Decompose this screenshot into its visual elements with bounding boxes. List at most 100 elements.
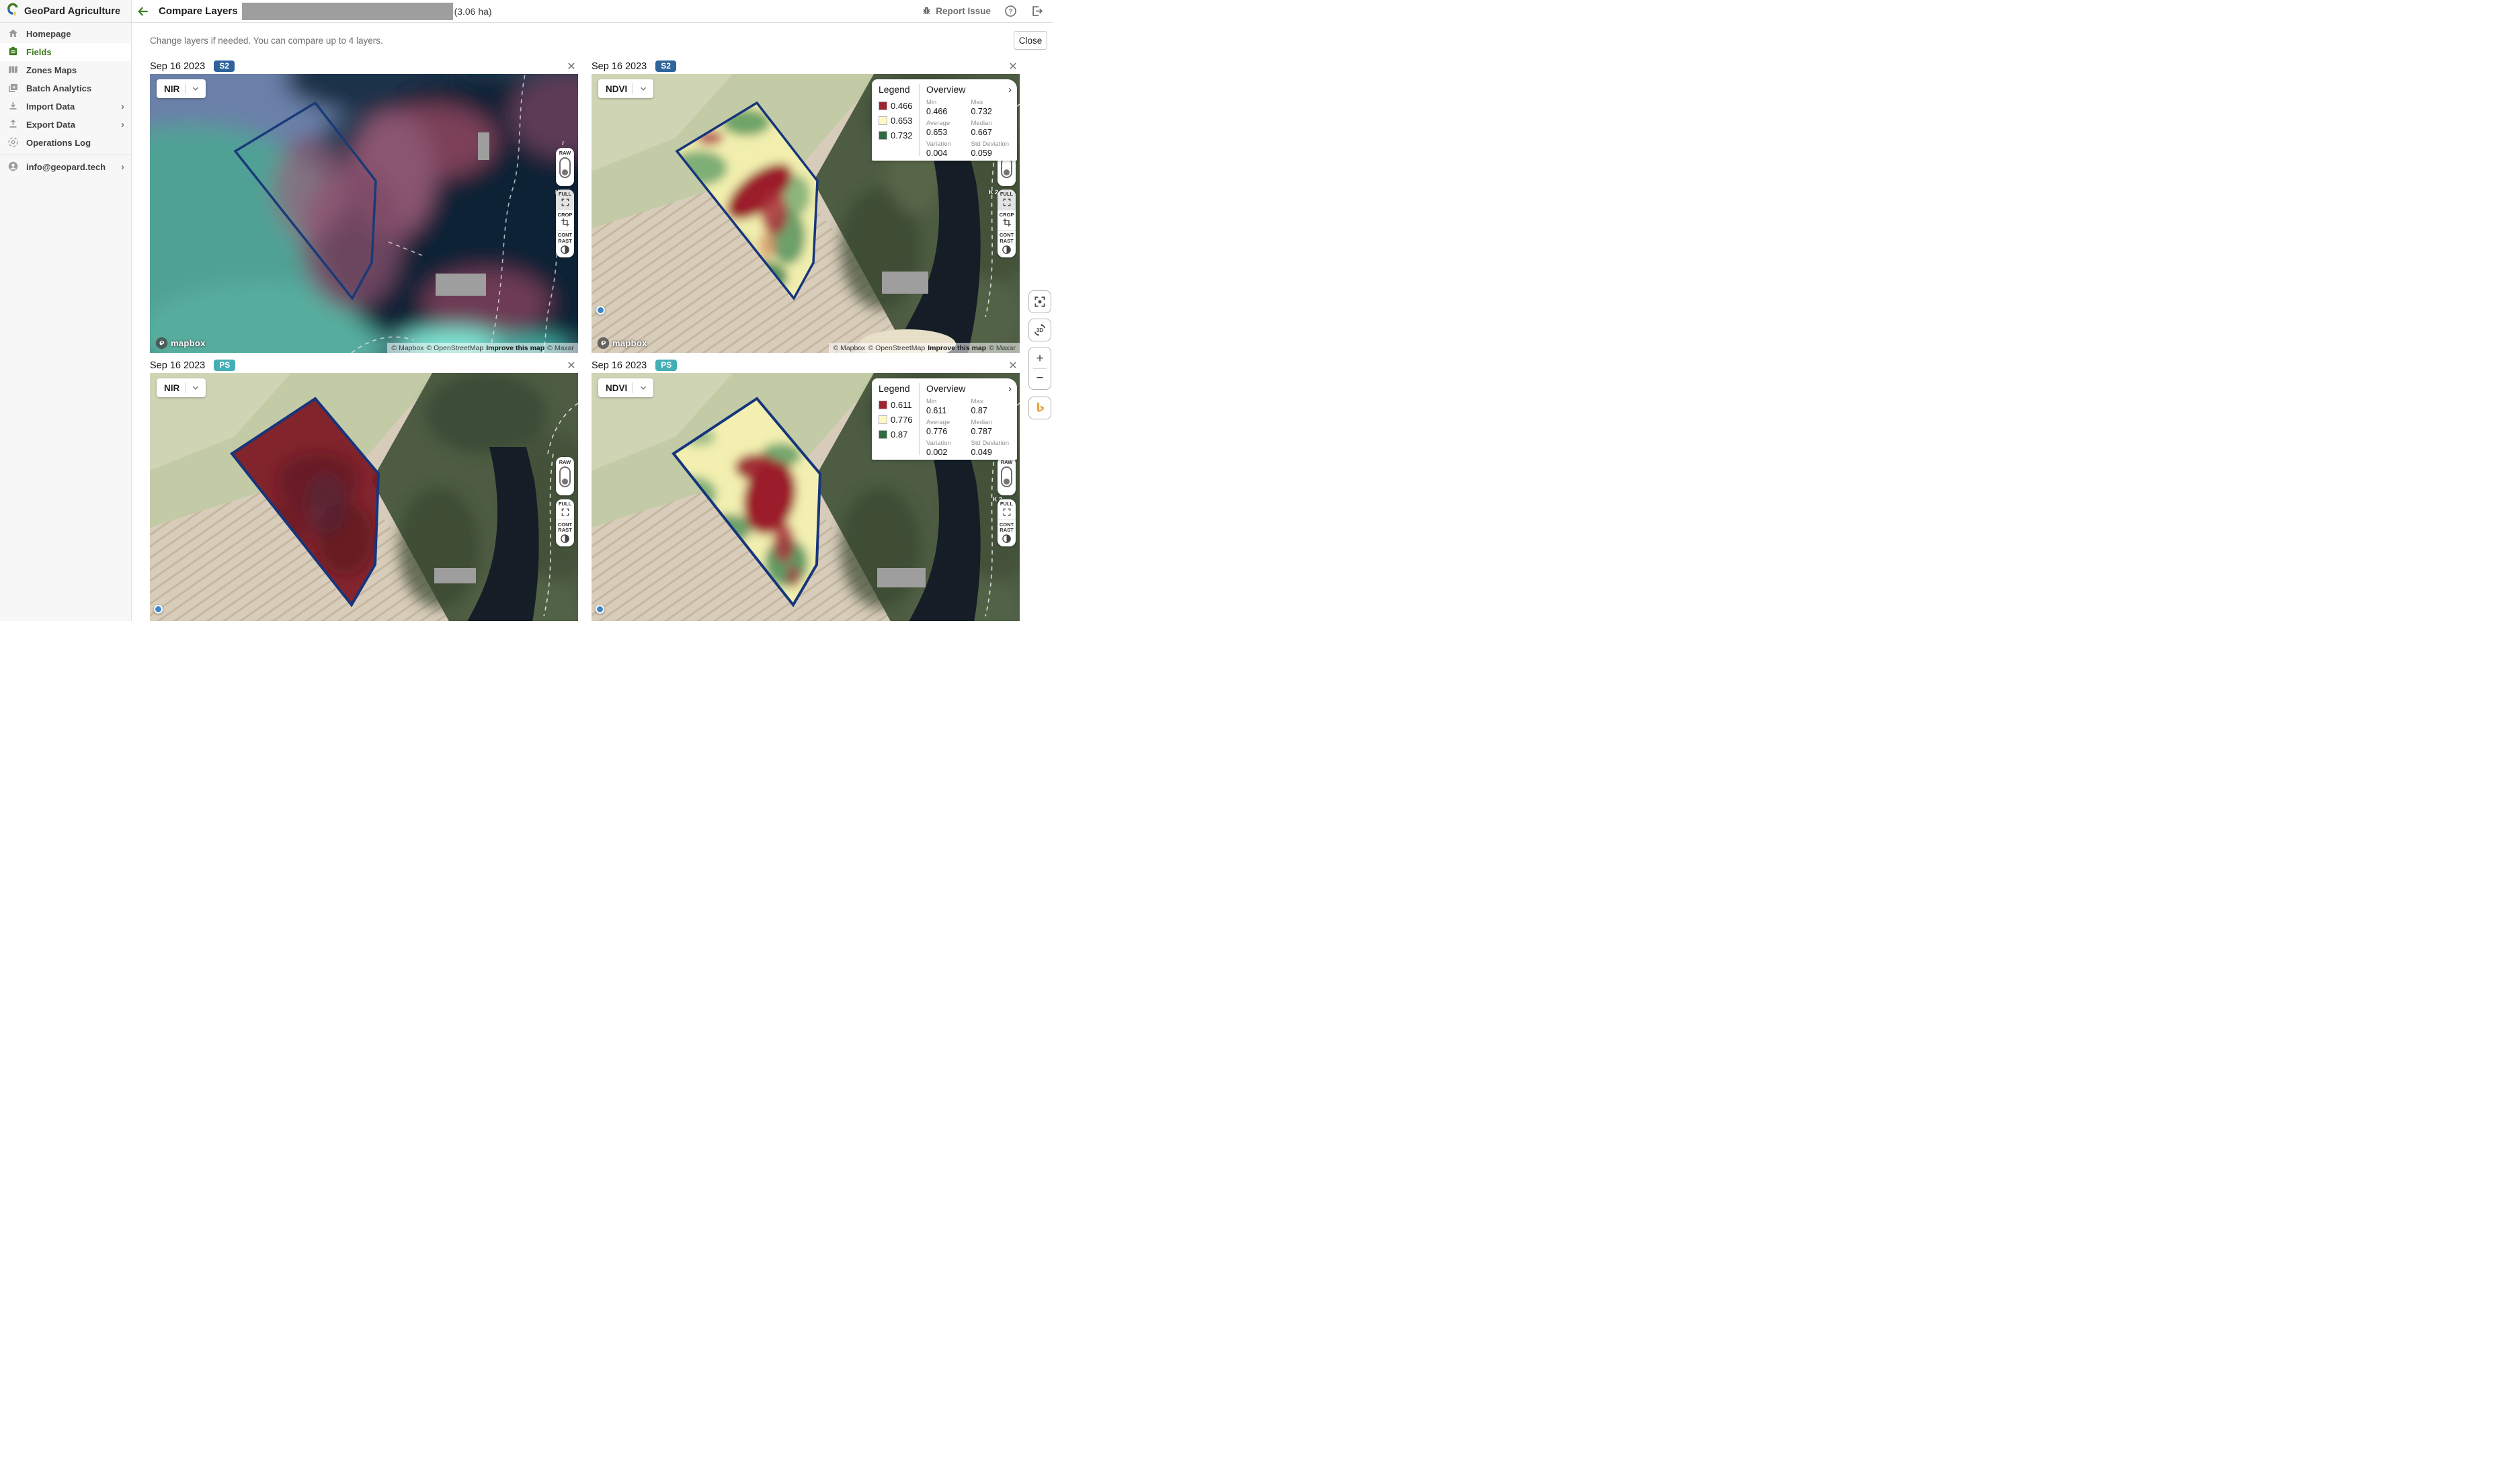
zoom-control: + − bbox=[1028, 347, 1051, 390]
report-issue-button[interactable]: Report Issue bbox=[922, 5, 991, 17]
map-attribution: © Mapbox © OpenStreetMap Improve this ma… bbox=[829, 343, 1020, 353]
crop-button[interactable]: CROP bbox=[556, 210, 574, 231]
redacted-area bbox=[434, 568, 476, 583]
sidebar-item-operations-log[interactable]: Operations Log bbox=[0, 134, 131, 152]
crop-button[interactable]: CROP bbox=[998, 210, 1016, 231]
sidebar-nav: Homepage Fields Zones Maps Batch Analyti… bbox=[0, 23, 131, 176]
fullscreen-button[interactable]: FULL bbox=[998, 499, 1016, 520]
contrast-button[interactable]: CONT RAST bbox=[556, 230, 574, 257]
redacted-area bbox=[436, 274, 486, 296]
legend-entry: 0.87 bbox=[879, 429, 916, 440]
legend-entry: 0.732 bbox=[879, 130, 916, 140]
map-attribution: © Mapbox © OpenStreetMap Improve this ma… bbox=[387, 343, 578, 353]
sidebar-item-zones-maps[interactable]: Zones Maps bbox=[0, 61, 131, 79]
redacted-area bbox=[478, 132, 489, 160]
fullscreen-button[interactable]: FULL bbox=[556, 190, 574, 210]
panel-2-close-icon[interactable]: ✕ bbox=[1006, 60, 1020, 73]
legend-swatch-green bbox=[879, 430, 887, 439]
map-icon bbox=[7, 64, 19, 77]
compare-layers-screen: GeoPard Agriculture Homepage Fields Zone… bbox=[0, 0, 1053, 621]
nir-falsecolor-map bbox=[150, 74, 578, 353]
panel-1-source-badge: S2 bbox=[214, 60, 235, 72]
sidebar-item-fields[interactable]: Fields bbox=[0, 43, 131, 61]
sidebar-item-homepage[interactable]: Homepage bbox=[0, 25, 131, 43]
bing-icon bbox=[1033, 401, 1047, 415]
panel-2-legend-overview-card: Legend 0.466 0.653 0.732 Overview bbox=[872, 79, 1017, 161]
panel-3-source-badge: PS bbox=[214, 360, 235, 371]
road-label: K 2 bbox=[989, 189, 998, 196]
panel-2-date: Sep 16 2023 bbox=[592, 61, 647, 72]
mapbox-logo[interactable]: mapbox bbox=[597, 337, 647, 349]
help-icon: ? bbox=[1004, 5, 1017, 17]
help-button[interactable]: ? bbox=[1003, 4, 1018, 19]
close-button[interactable]: Close bbox=[1014, 31, 1047, 50]
geopard-logo-icon bbox=[6, 3, 19, 19]
panel-2-layer-dropdown[interactable]: NDVI bbox=[598, 79, 653, 98]
chevron-down-icon bbox=[639, 84, 648, 93]
compare-toolbar: Change layers if needed. You can compare… bbox=[132, 23, 1053, 58]
logout-button[interactable] bbox=[1030, 4, 1045, 19]
brand[interactable]: GeoPard Agriculture bbox=[0, 0, 131, 23]
import-icon bbox=[7, 100, 19, 114]
mapbox-icon bbox=[155, 337, 168, 349]
panel-4-date: Sep 16 2023 bbox=[592, 360, 647, 371]
svg-text:?: ? bbox=[1008, 8, 1012, 15]
field-area: (3.06 ha) bbox=[454, 6, 492, 17]
logout-icon bbox=[1031, 5, 1044, 17]
map-panel-2[interactable]: NDVI Legend 0.466 0.653 0.732 bbox=[592, 74, 1020, 353]
panel-1-raw-toggle[interactable]: RAW bbox=[556, 148, 574, 186]
fullscreen-button[interactable]: FULL bbox=[556, 499, 574, 520]
back-button[interactable] bbox=[132, 0, 155, 23]
contrast-button[interactable]: CONT RAST bbox=[998, 230, 1016, 257]
bing-maps-button[interactable] bbox=[1028, 397, 1051, 419]
contrast-icon bbox=[560, 245, 570, 255]
center-field-button[interactable] bbox=[1028, 290, 1051, 313]
chevron-down-icon bbox=[191, 84, 200, 93]
panel-4-close-icon[interactable]: ✕ bbox=[1006, 359, 1020, 372]
three-d-icon: 3D bbox=[1032, 323, 1047, 337]
legend-swatch-red bbox=[879, 401, 887, 409]
export-icon bbox=[7, 118, 19, 132]
panel-4-layer-dropdown[interactable]: NDVI bbox=[598, 378, 653, 397]
sidebar-item-export-data[interactable]: Export Data › bbox=[0, 116, 131, 134]
page-title: Compare Layers bbox=[159, 5, 238, 17]
expand-overview-icon[interactable]: › bbox=[1008, 85, 1012, 95]
panel-1-date: Sep 16 2023 bbox=[150, 61, 205, 72]
zoom-out-button[interactable]: − bbox=[1029, 369, 1051, 388]
panel-3-layer-dropdown[interactable]: NIR bbox=[157, 378, 206, 397]
arrow-left-icon bbox=[136, 5, 150, 18]
map-panel-1[interactable]: NIR K 2 RAW FULL CROP CONT RAST bbox=[150, 74, 578, 353]
brand-name: GeoPard Agriculture bbox=[24, 6, 120, 17]
geolocation-dot bbox=[596, 605, 604, 614]
contrast-button[interactable]: CONT RAST bbox=[556, 520, 574, 546]
geolocation-dot bbox=[596, 306, 605, 315]
map-panel-4[interactable]: NDVI Legend 0.611 0.776 0.87 bbox=[592, 373, 1020, 621]
mapbox-logo[interactable]: mapbox bbox=[155, 337, 206, 349]
overview: Overview › Min0.611 Max0.87 Average0.776… bbox=[920, 378, 1017, 460]
fullscreen-button[interactable]: FULL bbox=[998, 190, 1016, 210]
chevron-right-icon: › bbox=[121, 119, 124, 130]
panel-4-source-badge: PS bbox=[655, 360, 677, 371]
top-bar: Compare Layers (3.06 ha) Report Issue ? bbox=[132, 0, 1053, 23]
panel-1-layer-dropdown[interactable]: NIR bbox=[157, 79, 206, 98]
contrast-icon bbox=[1002, 534, 1012, 544]
legend-swatch-red bbox=[879, 101, 887, 110]
panel-3-raw-toggle[interactable]: RAW bbox=[556, 457, 574, 495]
fullscreen-icon bbox=[1002, 507, 1012, 517]
contrast-button[interactable]: CONT RAST bbox=[998, 520, 1016, 546]
operations-log-icon bbox=[7, 136, 19, 150]
center-focus-icon bbox=[1033, 295, 1047, 308]
toggle-3d-button[interactable]: 3D bbox=[1028, 319, 1051, 341]
panel-4-map-tools: FULL CONT RAST bbox=[998, 499, 1016, 546]
improve-map-link[interactable]: Improve this map bbox=[486, 344, 544, 352]
sidebar-item-import-data[interactable]: Import Data › bbox=[0, 97, 131, 116]
panel-4-raw-toggle[interactable]: RAW bbox=[998, 457, 1016, 495]
sidebar-item-account[interactable]: info@geopard.tech › bbox=[0, 158, 131, 176]
panel-3-close-icon[interactable]: ✕ bbox=[565, 359, 578, 372]
zoom-in-button[interactable]: + bbox=[1029, 349, 1051, 368]
panel-1-close-icon[interactable]: ✕ bbox=[565, 60, 578, 73]
sidebar-item-batch-analytics[interactable]: Batch Analytics bbox=[0, 79, 131, 97]
improve-map-link[interactable]: Improve this map bbox=[928, 344, 986, 352]
expand-overview-icon[interactable]: › bbox=[1008, 384, 1012, 394]
map-panel-3[interactable]: NIR RAW FULL CONT RAST bbox=[150, 373, 578, 621]
